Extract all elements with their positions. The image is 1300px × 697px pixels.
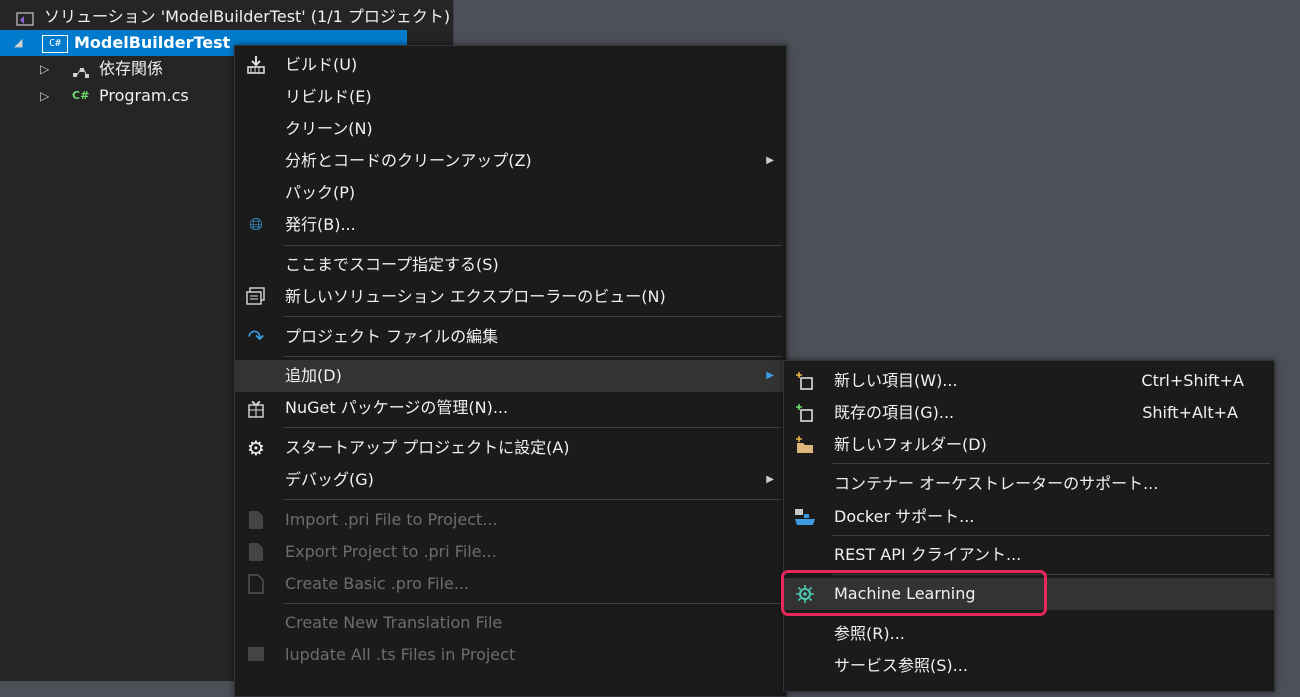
add-submenu: 新しい項目(W)... Ctrl+Shift+A 既存の項目(G)... Shi…	[783, 360, 1275, 692]
menu-item-analyze[interactable]: 分析とコードのクリーンアップ(Z) ▶	[235, 145, 786, 177]
menu-item-new-view[interactable]: 新しいソリューション エクスプローラーのビュー(N)	[235, 281, 786, 313]
tree-item-program-cs[interactable]: ▷ C# Program.cs	[0, 83, 240, 109]
menu-label: サービス参照(S)...	[834, 656, 968, 675]
menu-label: Export Project to .pri File...	[285, 542, 497, 561]
menu-label: パック(P)	[285, 183, 356, 202]
project-label: ModelBuilderTest	[74, 33, 231, 52]
pro-file-icon	[245, 574, 267, 594]
menu-separator	[283, 316, 782, 317]
menu-item-new-folder[interactable]: 新しいフォルダー(D)	[784, 429, 1274, 461]
menu-label: リビルド(E)	[285, 87, 372, 106]
submenu-arrow-icon: ▶	[766, 155, 774, 166]
solution-label: ソリューション 'ModelBuilderTest' (1/1 プロジェクト)	[44, 7, 451, 26]
menu-item-add[interactable]: 追加(D) ▶	[235, 360, 786, 392]
menu-label: クリーン(N)	[285, 119, 373, 138]
menu-item-pack[interactable]: パック(P)	[235, 177, 786, 209]
menu-label: 新しい項目(W)...	[834, 371, 958, 390]
tree-item-solution[interactable]: ソリューション 'ModelBuilderTest' (1/1 プロジェクト)	[0, 4, 450, 30]
gear-icon: ⚙	[247, 436, 265, 460]
menu-label: プロジェクト ファイルの編集	[285, 327, 499, 346]
menu-label: 追加(D)	[285, 366, 342, 385]
collapse-arrow-icon[interactable]: ◢	[14, 30, 22, 56]
menu-label: コンテナー オーケストレーターのサポート...	[834, 474, 1159, 493]
menu-label: 参照(R)...	[834, 624, 905, 643]
menu-label: Create Basic .pro File...	[285, 574, 470, 593]
menu-label: lupdate All .ts Files in Project	[285, 645, 516, 664]
menu-item-import-pri[interactable]: Import .pri File to Project...	[235, 504, 786, 536]
shortcut-label: Shift+Alt+A	[1142, 403, 1238, 422]
menu-separator	[283, 427, 782, 428]
menu-label: 既存の項目(G)...	[834, 403, 955, 422]
redo-arrow-icon: ↷	[247, 325, 265, 349]
menu-item-export-pri[interactable]: Export Project to .pri File...	[235, 536, 786, 568]
menu-item-debug[interactable]: デバッグ(G) ▶	[235, 464, 786, 496]
import-file-icon	[245, 510, 267, 530]
new-view-icon	[245, 287, 267, 307]
menu-item-edit-project[interactable]: ↷ プロジェクト ファイルの編集	[235, 321, 786, 353]
nuget-package-icon	[245, 398, 267, 418]
menu-separator	[832, 463, 1270, 464]
menu-item-rest-api[interactable]: REST API クライアント...	[784, 539, 1274, 571]
menu-item-startup[interactable]: ⚙ スタートアップ プロジェクトに設定(A)	[235, 432, 786, 464]
build-icon	[245, 55, 267, 75]
menu-separator	[283, 603, 782, 604]
menu-separator	[832, 535, 1270, 536]
menu-item-scope[interactable]: ここまでスコープ指定する(S)	[235, 249, 786, 281]
csharp-project-icon: C#	[42, 35, 68, 53]
menu-item-new-translation[interactable]: Create New Translation File	[235, 607, 786, 639]
menu-label: 発行(B)...	[285, 215, 356, 234]
menu-label: Docker サポート...	[834, 507, 975, 526]
export-file-icon	[245, 542, 267, 562]
menu-label: REST API クライアント...	[834, 545, 1022, 564]
menu-label: 新しいソリューション エクスプローラーのビュー(N)	[285, 287, 666, 306]
lupdate-icon	[245, 645, 267, 665]
menu-label: Create New Translation File	[285, 613, 503, 632]
menu-item-lupdate[interactable]: lupdate All .ts Files in Project	[235, 639, 786, 671]
shortcut-label: Ctrl+Shift+A	[1141, 371, 1244, 390]
menu-label: ここまでスコープ指定する(S)	[285, 255, 499, 274]
csharp-file-icon: C#	[72, 89, 90, 102]
menu-item-existing-item[interactable]: 既存の項目(G)... Shift+Alt+A	[784, 397, 1274, 429]
existing-item-icon	[794, 403, 816, 423]
tree-item-dependencies[interactable]: ▷ 依存関係	[0, 56, 240, 82]
menu-item-nuget[interactable]: NuGet パッケージの管理(N)...	[235, 392, 786, 424]
program-label: Program.cs	[99, 86, 189, 105]
menu-item-clean[interactable]: クリーン(N)	[235, 113, 786, 145]
expand-arrow-icon[interactable]: ▷	[40, 83, 49, 109]
menu-item-build[interactable]: ビルド(U)	[235, 49, 786, 81]
new-item-icon	[794, 371, 816, 391]
menu-item-new-item[interactable]: 新しい項目(W)... Ctrl+Shift+A	[784, 365, 1274, 397]
menu-item-rebuild[interactable]: リビルド(E)	[235, 81, 786, 113]
menu-item-orchestrator[interactable]: コンテナー オーケストレーターのサポート...	[784, 468, 1274, 500]
menu-label: デバッグ(G)	[285, 470, 374, 489]
submenu-arrow-icon: ▶	[766, 474, 774, 485]
project-context-menu: ビルド(U) リビルド(E) クリーン(N) 分析とコードのクリーンアップ(Z)…	[234, 45, 787, 697]
submenu-arrow-icon: ▶	[766, 370, 774, 381]
menu-item-create-pro[interactable]: Create Basic .pro File...	[235, 568, 786, 600]
dependencies-label: 依存関係	[99, 59, 164, 78]
globe-icon: 🌐︎	[249, 215, 263, 235]
menu-item-docker[interactable]: Docker サポート...	[784, 501, 1274, 533]
expand-arrow-icon[interactable]: ▷	[40, 56, 49, 82]
menu-label: ビルド(U)	[285, 55, 358, 74]
menu-label: NuGet パッケージの管理(N)...	[285, 398, 509, 417]
menu-label: 分析とコードのクリーンアップ(Z)	[285, 151, 532, 170]
menu-separator	[283, 356, 782, 357]
docker-icon	[794, 507, 816, 527]
menu-item-publish[interactable]: 🌐︎ 発行(B)...	[235, 209, 786, 241]
menu-item-service-reference[interactable]: サービス参照(S)...	[784, 650, 1274, 682]
menu-separator	[283, 499, 782, 500]
menu-label: スタートアップ プロジェクトに設定(A)	[285, 438, 570, 457]
folder-icon	[794, 435, 816, 455]
machine-learning-highlight-box	[781, 570, 1047, 616]
menu-label: Import .pri File to Project...	[285, 510, 498, 529]
menu-label: 新しいフォルダー(D)	[834, 435, 987, 454]
menu-separator	[283, 245, 782, 246]
menu-item-reference[interactable]: 参照(R)...	[784, 618, 1274, 650]
